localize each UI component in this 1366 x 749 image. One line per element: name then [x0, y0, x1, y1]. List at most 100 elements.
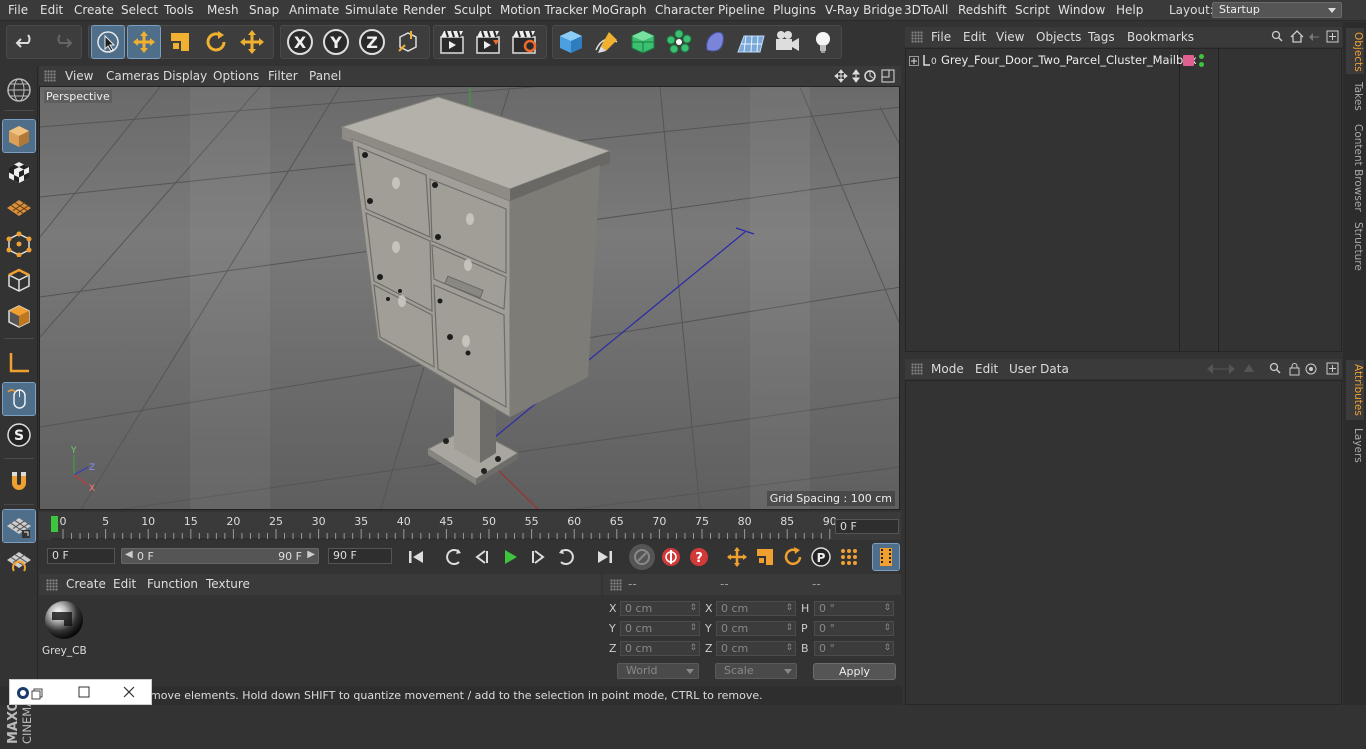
maximize-icon[interactable] — [78, 686, 90, 698]
x-axis-lock-icon[interactable]: X — [284, 26, 316, 58]
camera-icon[interactable] — [771, 26, 803, 58]
redo-icon[interactable] — [46, 26, 78, 58]
panel-grip-icon[interactable] — [911, 31, 923, 43]
menu-character[interactable]: Character — [655, 3, 714, 17]
editor-visibility-dot[interactable] — [1199, 54, 1204, 59]
menu-help[interactable]: Help — [1116, 3, 1143, 17]
record-keyframe-icon[interactable] — [658, 544, 684, 570]
up-arrow-icon[interactable] — [1244, 364, 1254, 372]
frame-range-slider[interactable]: ◀ 0 F 90 F ▶ — [121, 548, 319, 564]
scale-icon[interactable] — [164, 26, 196, 58]
undo-icon[interactable] — [10, 26, 42, 58]
menu-animate[interactable]: Animate — [289, 3, 339, 17]
previous-frame-icon[interactable] — [469, 544, 495, 570]
render-settings-icon[interactable] — [508, 26, 540, 58]
menu-mograph[interactable]: MoGraph — [592, 3, 647, 17]
objects-menu-bookmarks[interactable]: Bookmarks — [1127, 30, 1194, 44]
attributes-menu-user-data[interactable]: User Data — [1009, 362, 1069, 376]
coord-size-x-field[interactable]: 0 cm — [716, 601, 796, 616]
objects-menu-file[interactable]: File — [931, 30, 951, 44]
cube-primitive-icon[interactable] — [555, 26, 587, 58]
expand-plus-icon[interactable] — [909, 56, 919, 66]
timeline-playhead[interactable] — [51, 516, 58, 532]
menu-select[interactable]: Select — [121, 3, 158, 17]
orbit-view-icon[interactable] — [864, 70, 876, 82]
menu-script[interactable]: Script — [1015, 3, 1050, 17]
material-menu-function[interactable]: Function — [147, 577, 198, 591]
render-view-icon[interactable] — [436, 26, 468, 58]
objects-menu-edit[interactable]: Edit — [963, 30, 986, 44]
menu-tools[interactable]: Tools — [164, 3, 194, 17]
y-axis-lock-icon[interactable]: Y — [320, 26, 352, 58]
menu-3dtoall[interactable]: 3DToAll — [904, 3, 948, 17]
coord-pos-y-field[interactable]: 0 cm — [620, 621, 700, 636]
pan-view-icon[interactable] — [834, 69, 848, 83]
previous-keyframe-icon[interactable] — [441, 544, 467, 570]
menu-create[interactable]: Create — [74, 3, 114, 17]
panel-grip-icon[interactable] — [44, 70, 56, 82]
menu-simulate[interactable]: Simulate — [345, 3, 398, 17]
deformer-icon[interactable] — [699, 26, 731, 58]
menu-redshift[interactable]: Redshift — [958, 3, 1007, 17]
key-rotation-icon[interactable] — [780, 544, 806, 570]
target-icon[interactable] — [1305, 363, 1317, 375]
tab-structure[interactable]: Structure — [1346, 222, 1364, 272]
coord-pos-z-field[interactable]: 0 cm — [620, 641, 700, 656]
tab-layers[interactable]: Layers — [1346, 428, 1364, 464]
new-window-icon[interactable] — [1326, 362, 1339, 375]
menu-render[interactable]: Render — [403, 3, 446, 17]
key-point-level-icon[interactable] — [836, 544, 862, 570]
tab-takes[interactable]: Takes — [1346, 82, 1364, 118]
model-mode-icon[interactable] — [2, 119, 36, 153]
current-frame-field[interactable]: 0 F — [835, 519, 899, 534]
rotate-icon[interactable] — [200, 26, 232, 58]
attributes-menu-mode[interactable]: Mode — [931, 362, 964, 376]
workplane-icon[interactable] — [3, 192, 35, 224]
end-frame-field[interactable]: 90 F — [328, 548, 392, 564]
menu-file[interactable]: File — [8, 3, 28, 17]
key-parameter-icon[interactable]: P — [808, 544, 834, 570]
texture-mode-icon[interactable] — [3, 156, 35, 188]
menu-plugins[interactable]: Plugins — [773, 3, 816, 17]
perspective-viewport[interactable]: Y Z X Perspective Grid Spacing : 100 cm — [39, 86, 900, 510]
viewport-menu-view[interactable]: View — [65, 69, 93, 83]
tab-attributes[interactable]: Attributes — [1346, 360, 1364, 420]
range-left-arrow[interactable]: ◀ — [125, 549, 133, 560]
coordinate-system-icon[interactable] — [392, 26, 424, 58]
new-window-icon[interactable] — [1326, 30, 1339, 43]
menu-mesh[interactable]: Mesh — [207, 3, 239, 17]
recent-tool-icon[interactable] — [236, 26, 268, 58]
maximize-view-icon[interactable] — [881, 69, 895, 83]
apply-button[interactable]: Apply — [813, 663, 896, 680]
tweak-mouse-icon[interactable] — [2, 382, 36, 416]
objects-menu-objects[interactable]: Objects — [1036, 30, 1081, 44]
live-selection-icon[interactable] — [91, 25, 125, 59]
edges-mode-icon[interactable] — [3, 264, 35, 296]
make-editable-icon[interactable] — [3, 74, 35, 106]
tab-content-browser[interactable]: Content Browser — [1346, 124, 1364, 212]
panel-grip-icon[interactable] — [46, 579, 58, 591]
app-restore-icon[interactable] — [16, 686, 44, 700]
solo-icon[interactable]: S — [3, 419, 35, 451]
subdivision-surface-icon[interactable] — [627, 26, 659, 58]
previous-arrow-icon[interactable] — [1207, 364, 1221, 374]
attributes-menu-edit[interactable]: Edit — [975, 362, 998, 376]
panel-grip-icon[interactable] — [610, 579, 622, 591]
material-menu-edit[interactable]: Edit — [113, 577, 136, 591]
menu-motion-tracker[interactable]: Motion Tracker — [500, 3, 588, 17]
viewport-menu-filter[interactable]: Filter — [268, 69, 298, 83]
timeline-ruler[interactable]: 0 5 10 15 20 25 30 35 40 45 50 55 60 65 70 75 80 85 90 0 F — [39, 512, 901, 540]
magnet-snap-icon[interactable] — [3, 466, 35, 498]
coord-size-z-field[interactable]: 0 cm — [716, 641, 796, 656]
key-scale-icon[interactable] — [752, 544, 778, 570]
object-row[interactable]: 0 Grey_Four_Door_Two_Parcel_Cluster_Mail… — [906, 52, 1342, 70]
axis-icon[interactable] — [3, 347, 35, 379]
play-icon[interactable] — [497, 544, 523, 570]
floor-icon[interactable] — [735, 26, 767, 58]
tab-objects[interactable]: Objects — [1346, 28, 1364, 74]
render-visibility-dot[interactable] — [1199, 62, 1204, 67]
material-menu-create[interactable]: Create — [66, 577, 106, 591]
objects-menu-tags[interactable]: Tags — [1088, 30, 1115, 44]
pen-spline-icon[interactable] — [591, 26, 623, 58]
autokeying-icon[interactable]: ? — [686, 544, 712, 570]
